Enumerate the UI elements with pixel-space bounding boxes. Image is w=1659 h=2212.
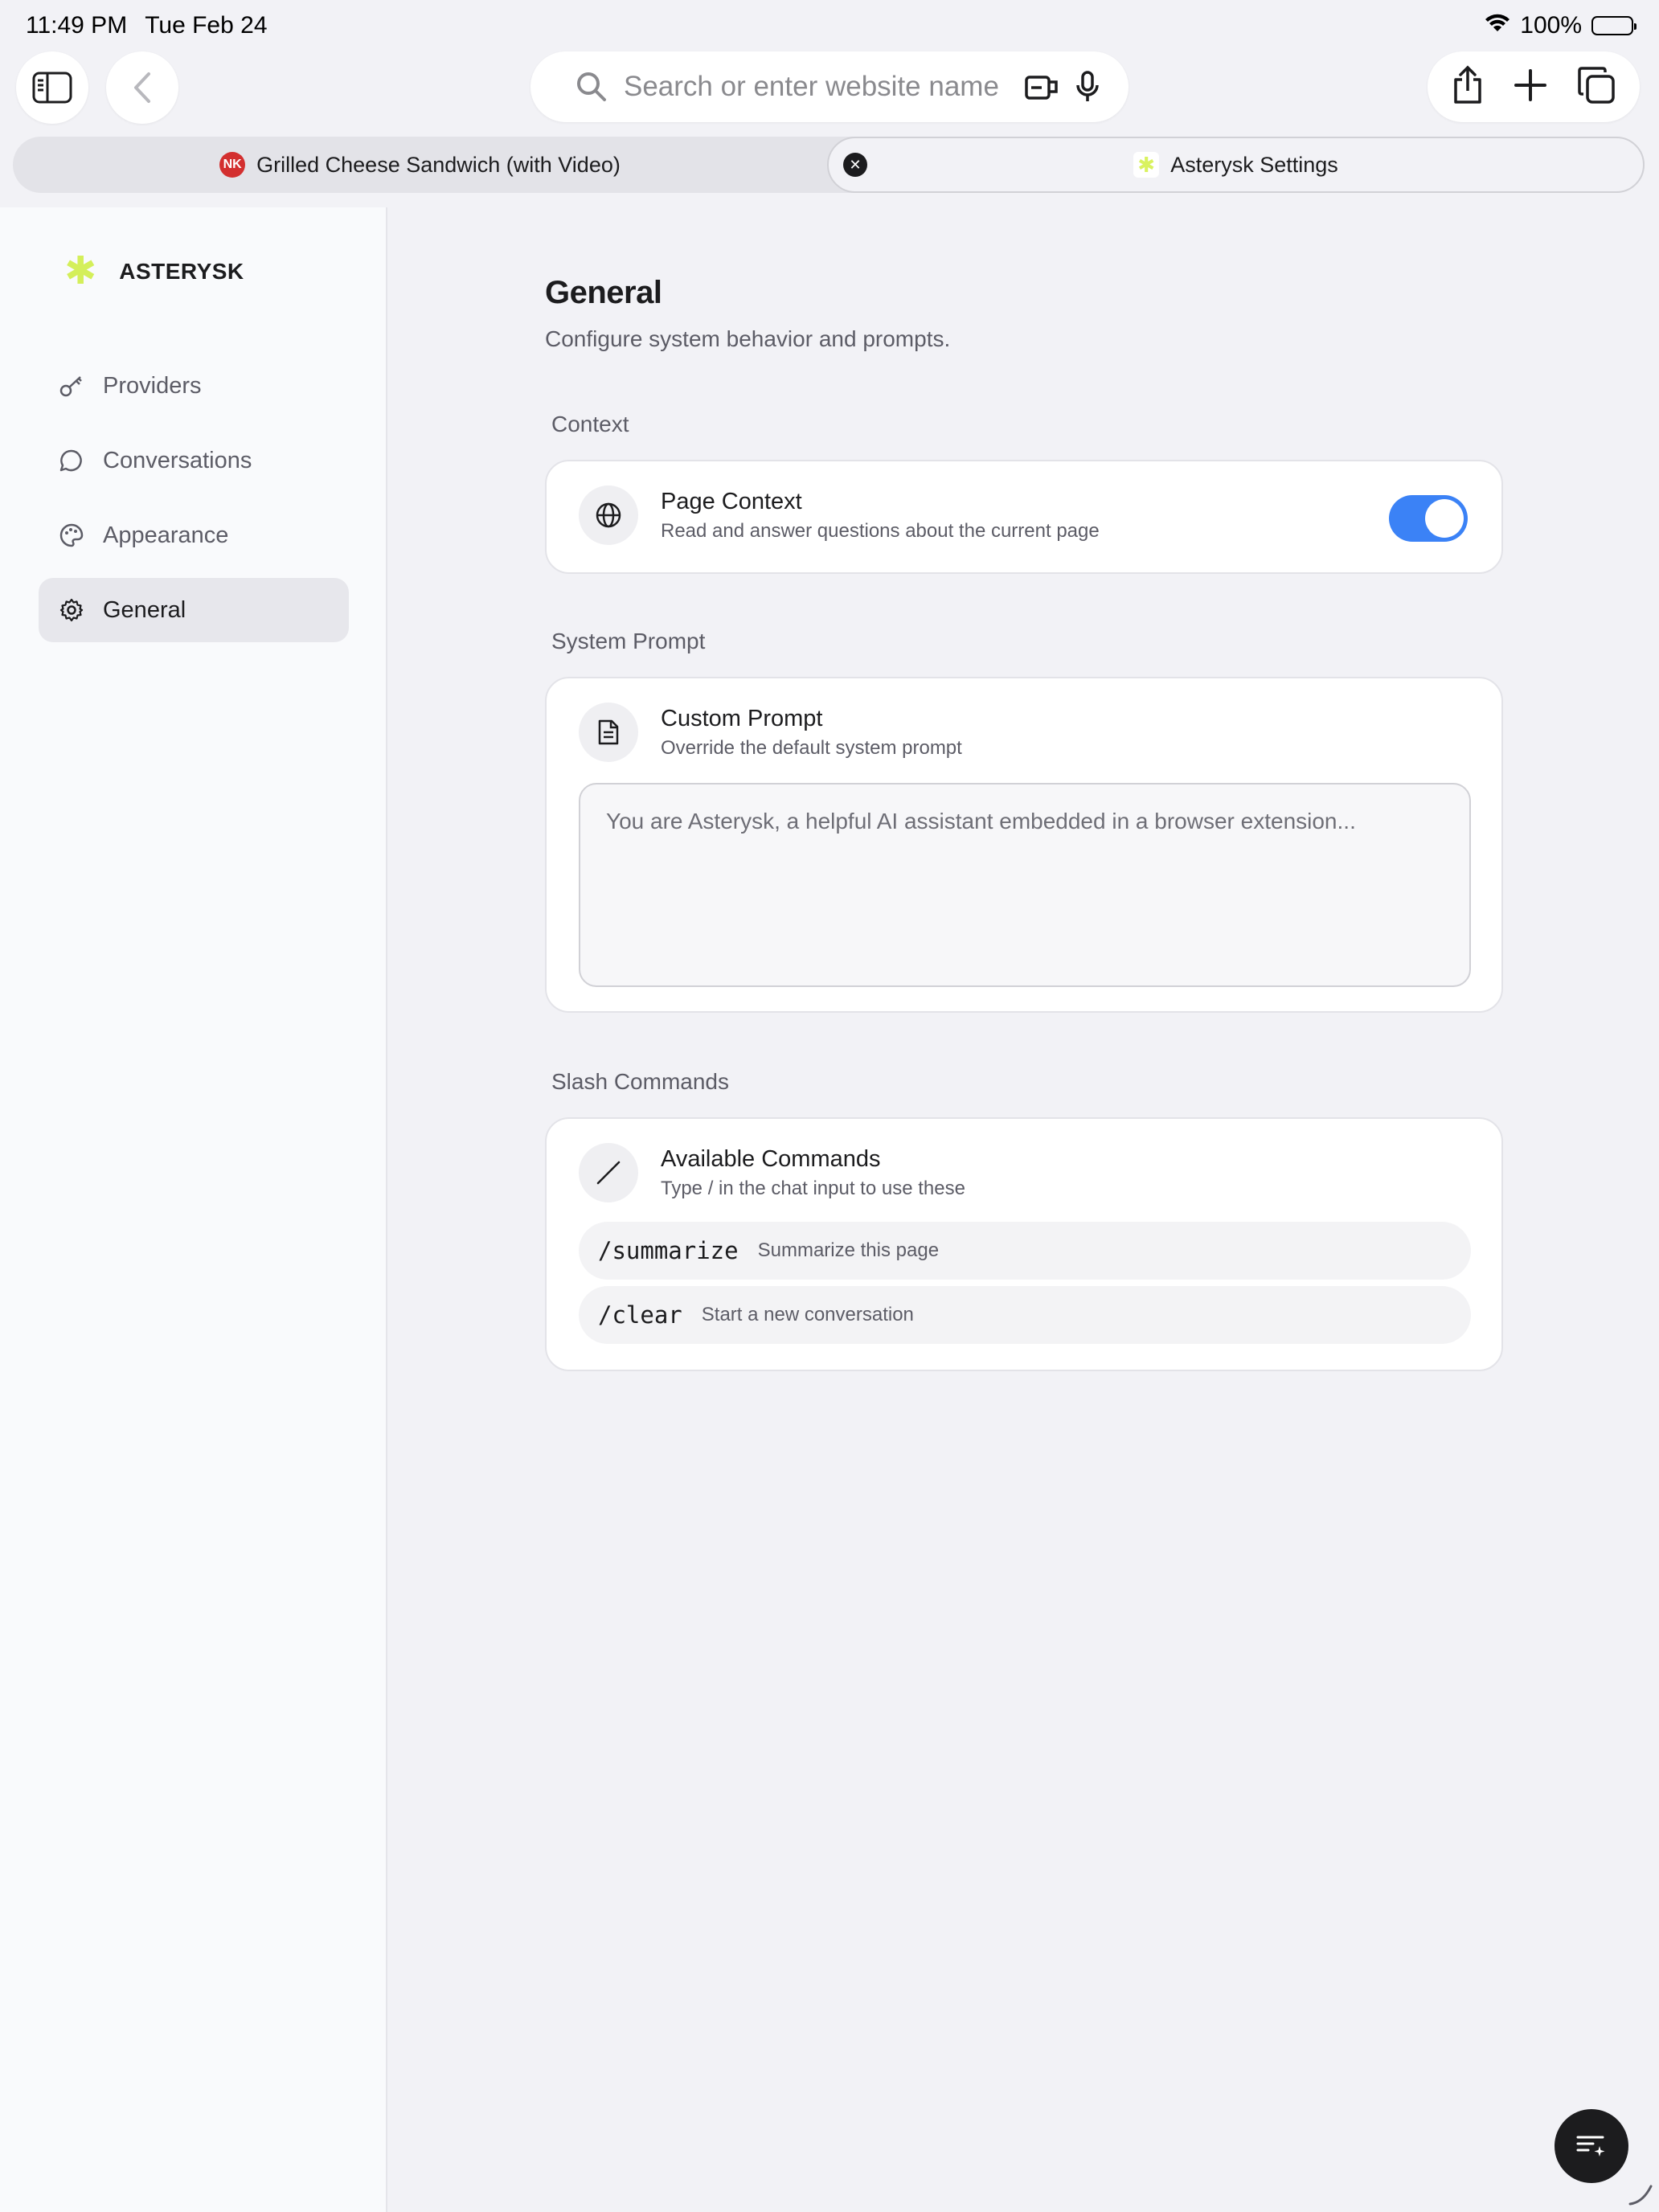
battery-icon xyxy=(1591,16,1636,35)
tab-asterysk-settings[interactable]: ✕ ✱ Asterysk Settings xyxy=(827,137,1645,193)
card-title: Page Context xyxy=(661,488,802,514)
tab-label: Grilled Cheese Sandwich (with Video) xyxy=(256,152,621,177)
document-icon xyxy=(579,703,638,762)
command-name: /summarize xyxy=(598,1237,739,1264)
globe-icon xyxy=(579,485,638,545)
card-description: Type / in the chat input to use these xyxy=(661,1177,965,1199)
sidebar: ✱ ASTERYSK Providers Conversations Appea… xyxy=(0,207,387,2212)
resize-handle-icon[interactable] xyxy=(1627,2180,1654,2207)
key-icon xyxy=(58,372,85,399)
tab-overview-button[interactable] xyxy=(1577,66,1616,109)
sidebar-item-label: Conversations xyxy=(103,447,252,473)
status-time: 11:49 PM xyxy=(26,12,128,39)
asterisk-logo-icon: ✱ xyxy=(64,250,97,293)
reader-extension-icon[interactable] xyxy=(1024,72,1059,101)
page-subtitle: Configure system behavior and prompts. xyxy=(545,326,951,351)
status-bar: 11:49 PM Tue Feb 24 100% xyxy=(0,0,1659,51)
gear-icon xyxy=(58,596,85,624)
card-description: Override the default system prompt xyxy=(661,736,962,759)
page-title: General xyxy=(545,275,662,310)
sidebar-icon xyxy=(32,72,72,104)
battery-percent: 100% xyxy=(1520,12,1582,39)
tabs-icon xyxy=(1577,66,1615,104)
slash-icon xyxy=(579,1143,638,1202)
tab-label: Asterysk Settings xyxy=(1170,152,1338,177)
command-description: Summarize this page xyxy=(757,1239,940,1261)
share-icon xyxy=(1454,65,1482,104)
sidebar-item-providers[interactable]: Providers xyxy=(39,354,349,418)
page-context-card: Page Context Read and answer questions a… xyxy=(545,460,1503,574)
plus-icon xyxy=(1514,68,1546,101)
card-description: Read and answer questions about the curr… xyxy=(661,519,1100,542)
sidebar-item-label: General xyxy=(103,596,186,623)
address-bar[interactable]: Search or enter website name xyxy=(530,51,1129,122)
card-title: Custom Prompt xyxy=(661,705,823,731)
custom-prompt-card: Custom Prompt Override the default syste… xyxy=(545,677,1503,1013)
sidebar-item-label: Providers xyxy=(103,372,202,399)
close-tab-icon[interactable]: ✕ xyxy=(843,153,867,177)
tab-favicon: NK xyxy=(219,152,246,178)
share-button[interactable] xyxy=(1452,65,1484,109)
microphone-icon[interactable] xyxy=(1075,71,1100,103)
page-context-toggle[interactable] xyxy=(1389,495,1468,542)
system-prompt-textarea[interactable]: You are Asterysk, a helpful AI assistant… xyxy=(579,783,1471,987)
sidebar-item-appearance[interactable]: Appearance xyxy=(39,503,349,567)
command-name: /clear xyxy=(598,1301,682,1329)
command-row: /summarize Summarize this page xyxy=(579,1222,1471,1280)
list-sparkle-icon xyxy=(1576,2136,1605,2157)
slash-commands-card: Available Commands Type / in the chat in… xyxy=(545,1117,1503,1371)
chevron-left-icon xyxy=(134,72,150,103)
palette-icon xyxy=(58,522,85,549)
card-title: Available Commands xyxy=(661,1145,881,1172)
tab-grilled-cheese[interactable]: NK Grilled Cheese Sandwich (with Video) xyxy=(13,137,827,193)
command-description: Start a new conversation xyxy=(701,1304,914,1325)
sidebar-toggle-button[interactable] xyxy=(16,51,88,124)
toolbar-actions xyxy=(1428,51,1640,122)
toggle-knob xyxy=(1425,499,1464,538)
section-label-slash-commands: Slash Commands xyxy=(551,1069,729,1094)
section-label-context: Context xyxy=(551,412,629,436)
new-tab-button[interactable] xyxy=(1514,68,1547,106)
tab-favicon: ✱ xyxy=(1133,152,1160,178)
sidebar-item-general[interactable]: General xyxy=(39,578,349,642)
search-icon xyxy=(577,72,606,101)
floating-assistant-button[interactable] xyxy=(1555,2109,1628,2183)
back-button[interactable] xyxy=(106,51,178,124)
wifi-icon xyxy=(1485,12,1510,39)
search-placeholder[interactable]: Search or enter website name xyxy=(624,71,1008,103)
section-label-system-prompt: System Prompt xyxy=(551,629,706,653)
tab-bar: NK Grilled Cheese Sandwich (with Video) … xyxy=(13,137,1645,193)
brand: ✱ ASTERYSK xyxy=(64,252,244,291)
chat-bubble-icon xyxy=(58,447,85,474)
sidebar-nav: Providers Conversations Appearance Gener… xyxy=(39,354,349,653)
status-date: Tue Feb 24 xyxy=(145,12,268,39)
sidebar-item-label: Appearance xyxy=(103,522,229,548)
brand-name: ASTERYSK xyxy=(119,259,244,284)
sidebar-item-conversations[interactable]: Conversations xyxy=(39,428,349,493)
command-row: /clear Start a new conversation xyxy=(579,1286,1471,1344)
